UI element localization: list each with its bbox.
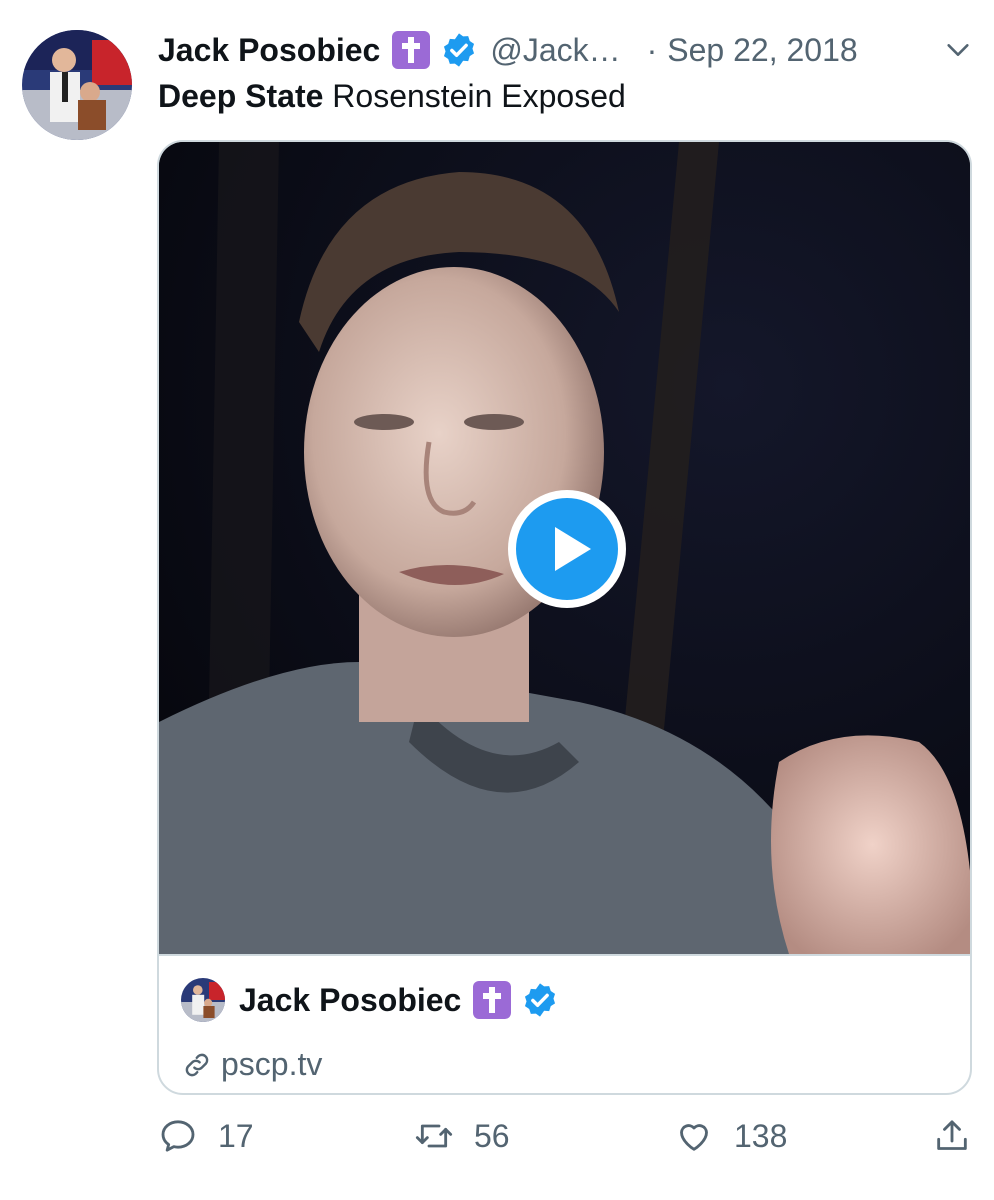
share-icon bbox=[937, 1120, 967, 1150]
card-author: Jack Posobiec bbox=[181, 978, 559, 1022]
reply-icon bbox=[161, 1120, 195, 1152]
card-link-text[interactable]: pscp.tv bbox=[221, 1046, 322, 1083]
link-card[interactable]: Jack Posobiec pscp.tv bbox=[157, 140, 972, 1095]
retweet-button[interactable]: 56 bbox=[414, 1116, 510, 1156]
author-name[interactable]: Jack Posobiec bbox=[158, 32, 380, 69]
verified-badge-icon bbox=[444, 33, 475, 67]
share-button[interactable] bbox=[932, 1116, 992, 1156]
action-bar: 17 56 138 bbox=[158, 1116, 978, 1164]
author-handle[interactable]: @Jack… bbox=[490, 32, 620, 69]
tweet-text: Deep State Rosenstein Exposed bbox=[158, 78, 626, 115]
like-count: 138 bbox=[734, 1117, 788, 1154]
like-button[interactable]: 138 bbox=[674, 1116, 787, 1156]
link-icon bbox=[185, 1053, 209, 1076]
tweet-text-rest: Rosenstein Exposed bbox=[323, 78, 626, 114]
reply-count: 17 bbox=[218, 1117, 254, 1154]
card-author-name: Jack Posobiec bbox=[239, 981, 462, 1018]
heart-icon bbox=[680, 1124, 708, 1151]
latin-cross-icon bbox=[473, 981, 512, 1019]
card-footer[interactable]: Jack Posobiec pscp.tv bbox=[159, 954, 970, 1093]
tweet-header: Jack Posobiec @Jack… · Sep 22, 2018 bbox=[158, 28, 974, 72]
video-thumbnail[interactable] bbox=[159, 142, 970, 954]
retweet-count: 56 bbox=[474, 1117, 510, 1154]
separator-dot: · bbox=[646, 31, 658, 68]
author-avatar[interactable] bbox=[22, 30, 132, 140]
card-author-avatar bbox=[181, 978, 225, 1022]
reply-button[interactable]: 17 bbox=[158, 1116, 254, 1156]
verified-badge-icon bbox=[525, 983, 556, 1017]
card-link[interactable]: pscp.tv bbox=[181, 1046, 322, 1083]
chevron-down-icon[interactable] bbox=[944, 36, 972, 64]
latin-cross-icon bbox=[392, 31, 431, 69]
tweet-text-bold: Deep State bbox=[158, 78, 324, 114]
play-icon[interactable] bbox=[507, 489, 627, 609]
retweet-icon bbox=[415, 1124, 453, 1148]
tweet-date[interactable]: Sep 22, 2018 bbox=[667, 32, 857, 69]
